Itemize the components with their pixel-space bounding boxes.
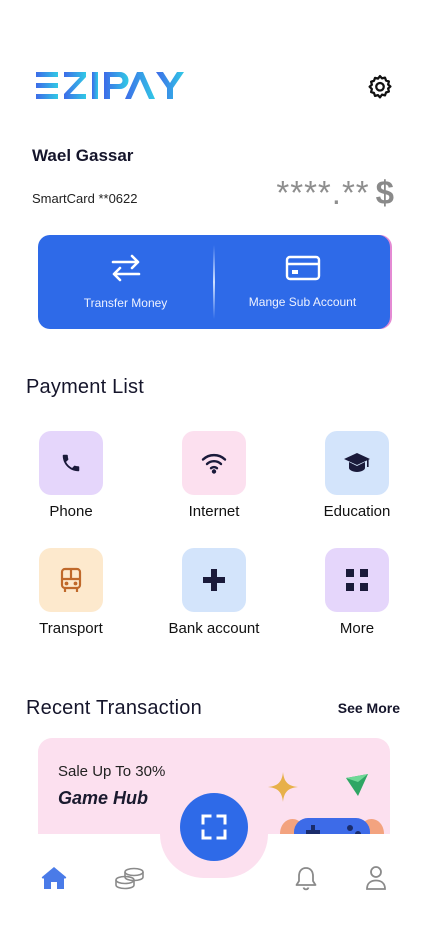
plus-icon bbox=[182, 548, 246, 612]
gear-icon[interactable] bbox=[364, 72, 396, 104]
payment-label: Education bbox=[323, 503, 391, 520]
sparkle-icon bbox=[268, 772, 298, 802]
manage-sub-account-button[interactable]: Mange Sub Account bbox=[215, 235, 390, 329]
user-name: Wael Gassar bbox=[32, 146, 134, 165]
payment-label: More bbox=[339, 620, 375, 637]
quick-actions-card: Transfer Money Mange Sub Account bbox=[38, 235, 390, 329]
transfer-money-label: Transfer Money bbox=[83, 296, 168, 310]
gem-icon bbox=[346, 774, 368, 796]
coins-icon bbox=[115, 867, 144, 890]
payment-item-more[interactable]: More bbox=[297, 548, 417, 637]
payment-item-phone[interactable]: Phone bbox=[11, 431, 131, 520]
phone-icon bbox=[39, 431, 103, 495]
scan-icon bbox=[201, 814, 227, 840]
transfer-money-button[interactable]: Transfer Money bbox=[38, 235, 213, 329]
payment-item-internet[interactable]: Internet bbox=[154, 431, 274, 520]
payment-item-transport[interactable]: Transport bbox=[11, 548, 131, 637]
payment-item-education[interactable]: Education bbox=[297, 431, 417, 520]
payment-label: Transport bbox=[39, 620, 103, 637]
wifi-icon bbox=[182, 431, 246, 495]
payment-list-title: Payment List bbox=[26, 376, 145, 398]
balance-value: ****.** bbox=[276, 174, 370, 211]
balance[interactable]: ****.** $ bbox=[276, 174, 395, 212]
payment-item-bank-account[interactable]: Bank account bbox=[154, 548, 274, 637]
payment-label: Phone bbox=[49, 503, 93, 520]
grid-icon bbox=[325, 548, 389, 612]
payment-label: Internet bbox=[188, 503, 240, 520]
nav-notifications[interactable] bbox=[290, 864, 322, 892]
see-more-link[interactable]: See More bbox=[338, 700, 400, 716]
currency-symbol: $ bbox=[375, 174, 395, 211]
ezipay-logo bbox=[36, 70, 200, 102]
promo-title: Game Hub bbox=[58, 788, 149, 808]
graduation-cap-icon bbox=[325, 431, 389, 495]
home-icon bbox=[41, 867, 67, 889]
bell-icon bbox=[295, 867, 317, 891]
user-icon bbox=[366, 866, 386, 890]
payment-label: Bank account bbox=[168, 620, 260, 637]
card-icon bbox=[285, 255, 320, 281]
promo-sale-text: Sale Up To 30% bbox=[58, 763, 166, 780]
card-label: SmartCard **0622 bbox=[32, 191, 138, 206]
transfer-arrows-icon bbox=[111, 254, 140, 282]
nav-coins[interactable] bbox=[114, 864, 146, 892]
scan-button[interactable] bbox=[180, 793, 248, 861]
manage-sub-account-label: Mange Sub Account bbox=[248, 295, 357, 309]
nav-home[interactable] bbox=[38, 864, 70, 892]
nav-profile[interactable] bbox=[360, 864, 392, 892]
recent-transaction-title: Recent Transaction bbox=[26, 697, 202, 719]
bus-icon bbox=[39, 548, 103, 612]
